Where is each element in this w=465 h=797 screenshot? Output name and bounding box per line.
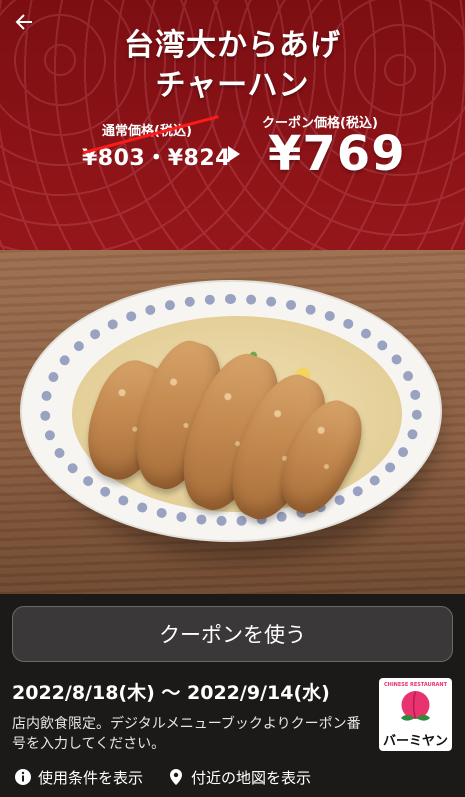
hero-image: 台湾大からあげ チャーハン 通常価格(税込) ¥803・¥824 クーポン価格(… — [0, 0, 465, 594]
use-coupon-button[interactable]: クーポンを使う — [12, 606, 453, 662]
usage-conditions-link[interactable]: 使用条件を表示 — [14, 765, 143, 789]
brand-logo: CHINESE RESTAURANT バーミヤン — [379, 678, 452, 751]
product-title-line2: チャーハン — [155, 68, 310, 103]
arrow-right-icon — [228, 146, 240, 162]
logo-subtitle: CHINESE RESTAURANT — [383, 682, 448, 688]
coupon-price: ¥769 — [268, 126, 406, 182]
usage-notice: 店内飲食限定。デジタルメニューブックよりクーポン番号を入力してください。 — [12, 716, 361, 752]
footer-links: 使用条件を表示 付近の地図を表示 — [14, 765, 311, 789]
logo-name: バーミヤン — [382, 734, 448, 749]
validity-dates: 2022/8/18(木) 〜 2022/9/14(水) — [12, 682, 330, 704]
location-pin-icon — [167, 768, 185, 786]
product-title-line1: 台湾大からあげ — [124, 28, 341, 63]
nearby-map-label: 付近の地図を表示 — [191, 768, 312, 787]
nearby-map-link[interactable]: 付近の地図を表示 — [167, 765, 311, 789]
usage-conditions-label: 使用条件を表示 — [38, 768, 144, 787]
info-icon — [14, 768, 32, 786]
